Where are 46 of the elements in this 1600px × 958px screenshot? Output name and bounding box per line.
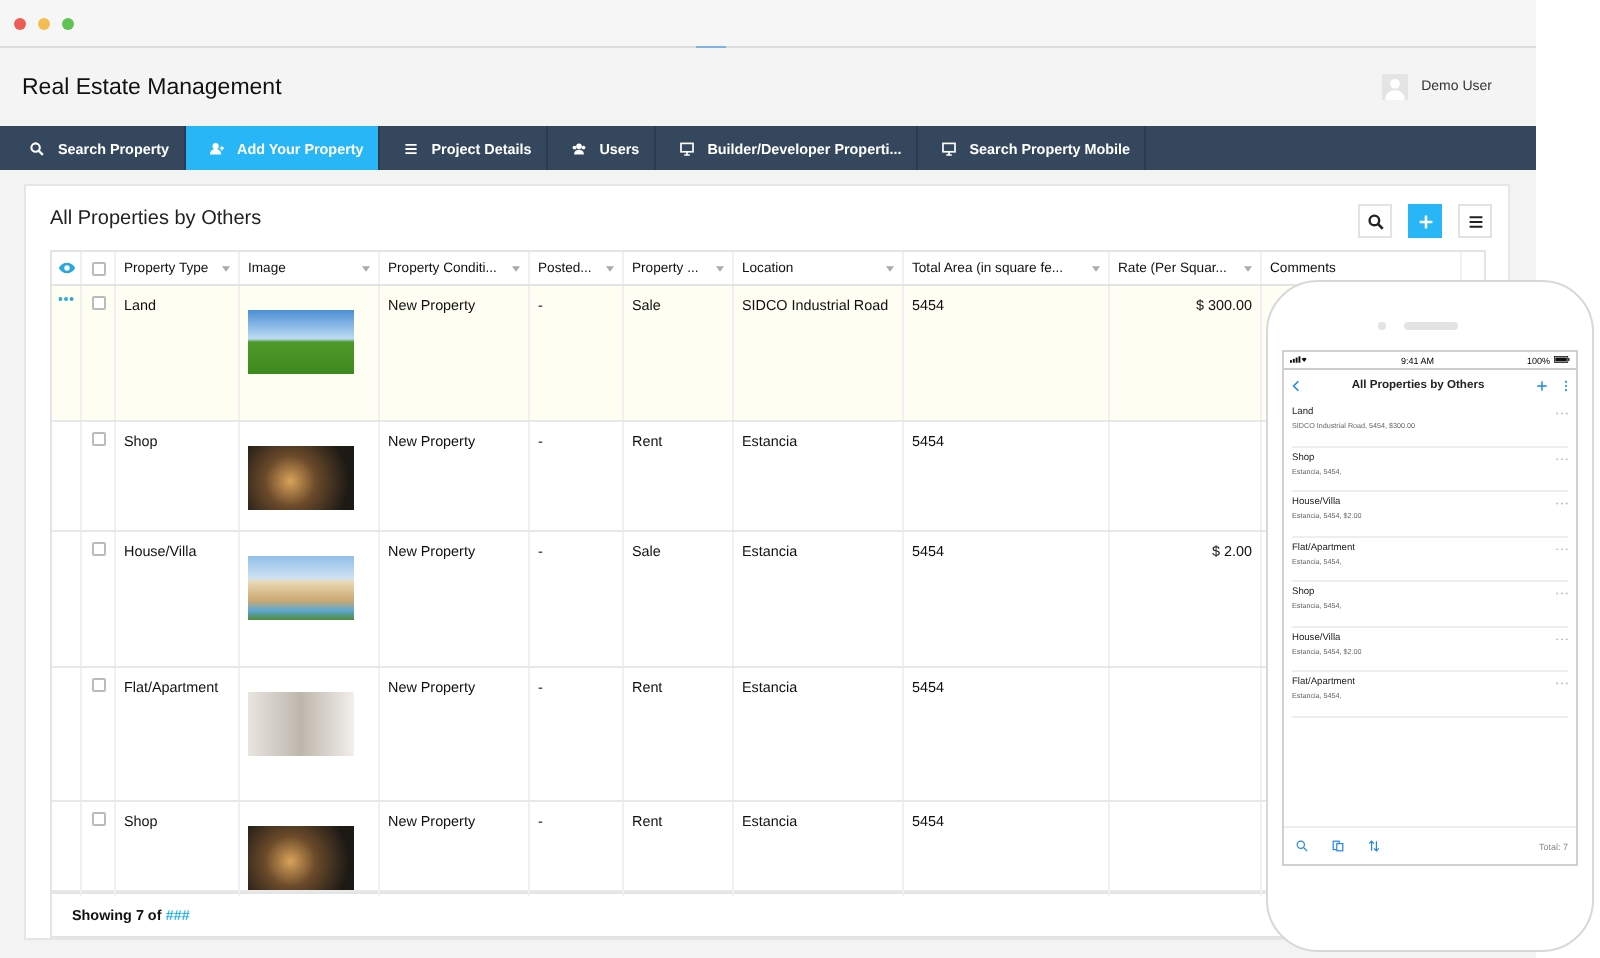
minimize-dot[interactable] — [38, 17, 50, 29]
monitor-icon — [941, 141, 956, 155]
row-checkbox[interactable] — [91, 296, 105, 310]
sort-caret-icon[interactable] — [886, 265, 894, 271]
row-checkbox[interactable] — [91, 542, 105, 556]
row-checkbox[interactable] — [91, 678, 105, 692]
more-icon[interactable] — [58, 296, 74, 302]
sort-caret-icon[interactable] — [606, 265, 614, 271]
eye-icon[interactable] — [57, 262, 75, 274]
copy-icon[interactable] — [1332, 840, 1344, 852]
maximize-dot[interactable] — [62, 17, 74, 29]
plus-icon — [1417, 213, 1433, 229]
sort-caret-icon[interactable] — [362, 265, 370, 271]
search-icon[interactable] — [1296, 840, 1308, 852]
row-checkbox[interactable] — [91, 812, 105, 826]
search-icon — [30, 141, 44, 155]
monitor-icon — [679, 141, 694, 155]
menu-icon — [1467, 213, 1483, 229]
photo-placeholder — [248, 826, 354, 890]
menu-button[interactable] — [1458, 204, 1492, 238]
row-checkbox[interactable] — [91, 432, 105, 446]
battery-icon — [1554, 356, 1570, 364]
sort-caret-icon[interactable] — [716, 265, 724, 271]
sort-caret-icon[interactable] — [222, 265, 230, 271]
photo-placeholder — [248, 446, 354, 510]
sort-caret-icon[interactable] — [1092, 265, 1100, 271]
panel-title: All Properties by Others — [50, 207, 262, 229]
user-plus-icon — [209, 141, 224, 155]
close-dot[interactable] — [14, 17, 26, 29]
search-button[interactable] — [1358, 204, 1392, 238]
photo-placeholder — [248, 310, 354, 374]
sort-caret-icon[interactable] — [1244, 265, 1252, 271]
photo-placeholder — [248, 692, 354, 756]
add-icon[interactable] — [1536, 380, 1548, 392]
add-button[interactable] — [1408, 204, 1442, 238]
select-all-checkbox[interactable] — [91, 261, 105, 275]
search-icon — [1367, 213, 1383, 229]
sort-icon[interactable] — [1368, 840, 1380, 852]
photo-placeholder — [248, 556, 354, 620]
sort-caret-icon[interactable] — [512, 265, 520, 271]
list-icon — [403, 141, 418, 155]
back-icon[interactable] — [1292, 380, 1300, 392]
app-title: Real Estate Management — [22, 75, 282, 99]
avatar-icon[interactable] — [1381, 74, 1408, 100]
signal-icon — [1290, 356, 1308, 364]
users-icon — [571, 141, 586, 155]
